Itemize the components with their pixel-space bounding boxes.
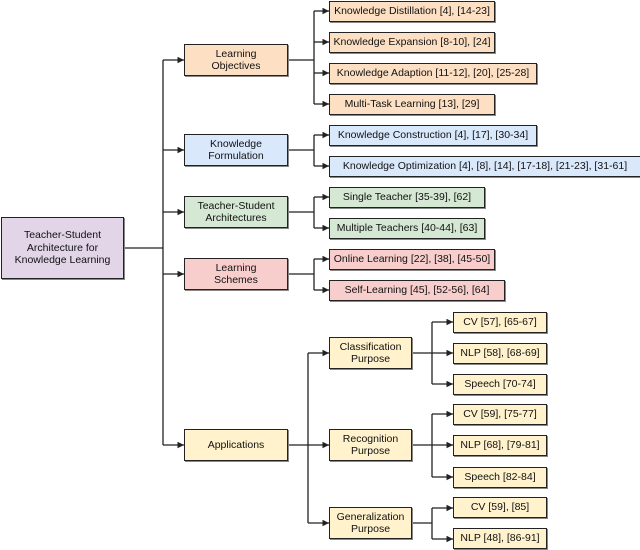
leaf-recognition-nlp: NLP [68], [79-81] (453, 435, 547, 456)
connector (288, 259, 315, 290)
node-teacher-student-architectures: Teacher-Student Architectures (184, 196, 288, 228)
root-node: Teacher-Student Architecture for Knowled… (1, 217, 124, 279)
node-knowledge-formulation: Knowledge Formulation (184, 134, 288, 166)
leaf-knowledge-optimization: Knowledge Optimization [4], [8], [14], [… (329, 156, 640, 177)
leaf-multi-task-learning: Multi-Task Learning [13], [29] (329, 94, 495, 115)
leaf-knowledge-construction: Knowledge Construction [4], [17], [30-34… (329, 125, 537, 146)
leaf-self-learning: Self-Learning [45], [52-56], [64] (329, 280, 505, 301)
node-classification-purpose: Classification Purpose (329, 337, 412, 369)
node-applications: Applications (184, 429, 288, 461)
node-recognition-purpose: Recognition Purpose (329, 429, 412, 461)
connector (288, 11, 315, 104)
leaf-knowledge-distillation: Knowledge Distillation [4], [14-23] (329, 1, 495, 22)
connector (412, 508, 433, 539)
leaf-generalization-nlp: NLP [48], [86-91] (453, 528, 547, 549)
connector (288, 197, 315, 228)
connector (288, 353, 309, 523)
leaf-recognition-speech: Speech [82-84] (453, 467, 547, 488)
connector (412, 322, 433, 384)
leaf-online-learning: Online Learning [22], [38], [45-50] (329, 249, 495, 270)
leaf-classification-nlp: NLP [58], [68-69] (453, 343, 547, 364)
leaf-recognition-cv: CV [59], [75-77] (453, 404, 547, 425)
leaf-classification-cv: CV [57], [65-67] (453, 312, 547, 333)
leaf-generalization-cv: CV [59], [85] (453, 497, 547, 518)
taxonomy-diagram: Teacher-Student Architecture for Knowled… (0, 0, 640, 550)
connector (412, 414, 433, 477)
node-learning-objectives: Learning Objectives (184, 44, 288, 76)
leaf-classification-speech: Speech [70-74] (453, 374, 547, 395)
leaf-single-teacher: Single Teacher [35-39], [62] (329, 187, 485, 208)
node-generalization-purpose: Generalization Purpose (329, 507, 412, 539)
node-learning-schemes: Learning Schemes (184, 258, 288, 290)
leaf-knowledge-expansion: Knowledge Expansion [8-10], [24] (329, 32, 495, 53)
leaf-knowledge-adaption: Knowledge Adaption [11-12], [20], [25-28… (329, 63, 537, 84)
connector (288, 135, 315, 166)
leaf-multiple-teachers: Multiple Teachers [40-44], [63] (329, 218, 485, 239)
